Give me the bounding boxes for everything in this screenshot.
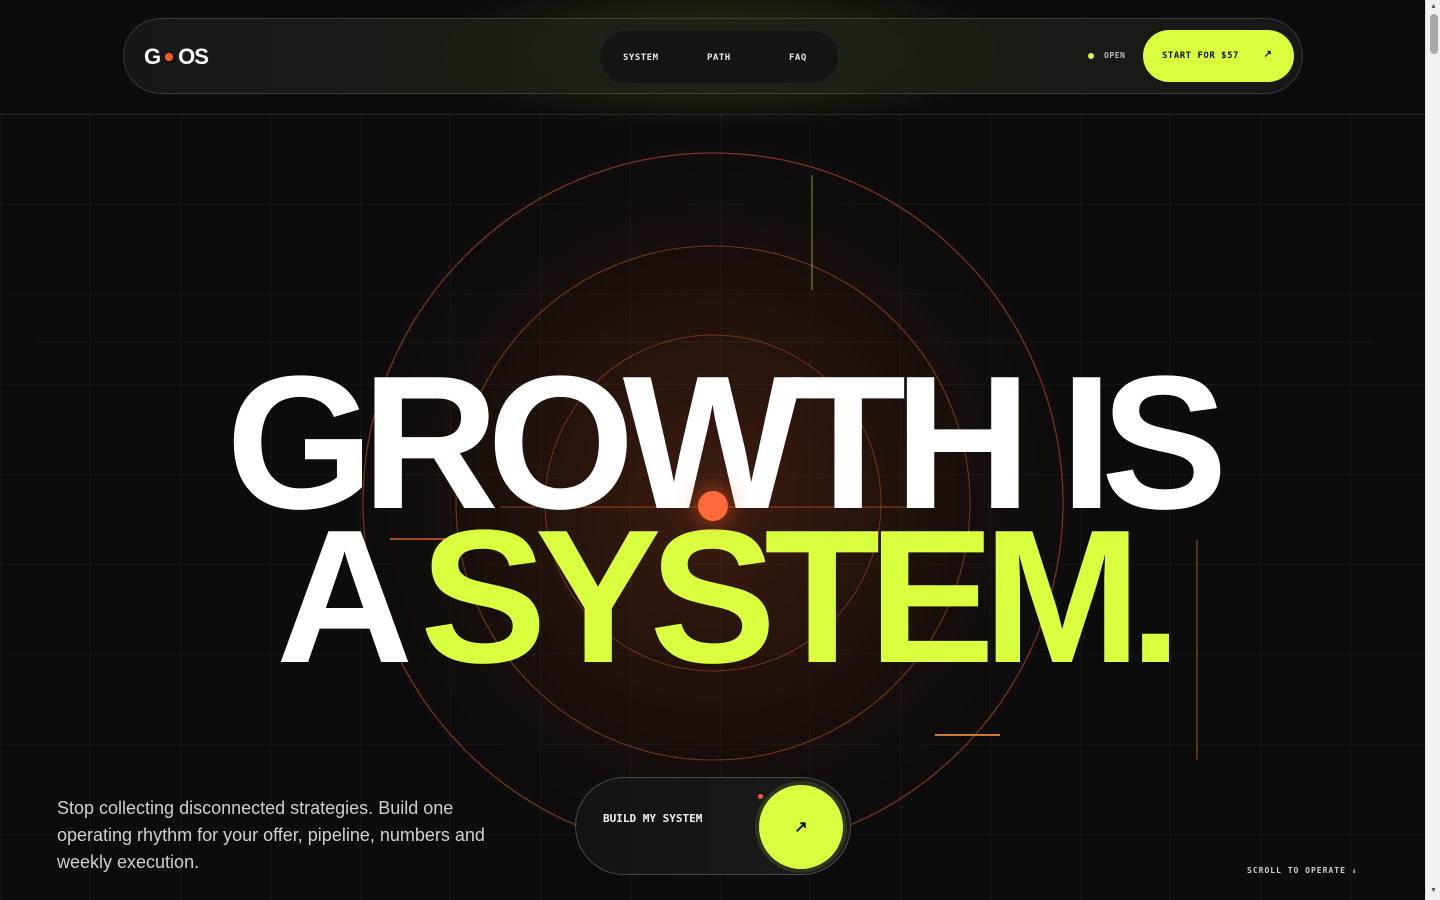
- build-indicator-dot: [758, 794, 763, 799]
- hero-description: Stop collecting disconnected strategies.…: [57, 798, 485, 872]
- nav-link-faq[interactable]: FAQ: [789, 53, 807, 63]
- scroll-down-icon[interactable]: ▼: [1430, 887, 1437, 894]
- logo-dot-icon: [165, 53, 174, 61]
- logo-letters-os: OS: [178, 44, 209, 69]
- scrollbar-thumb[interactable]: [1430, 14, 1438, 54]
- scroll-hint[interactable]: SCROLL TO OPERATE ↓: [1247, 866, 1358, 875]
- arrow-up-right-icon: ↗: [1263, 49, 1272, 60]
- brand-logo[interactable]: G OS: [144, 44, 209, 70]
- build-arrow-button[interactable]: ↗: [759, 785, 843, 869]
- status-indicator: OPEN: [1088, 51, 1125, 60]
- logo-letter-g: G: [144, 44, 161, 69]
- nav-link-path[interactable]: PATH: [707, 53, 731, 63]
- build-button-label: BUILD MY SYSTEM: [603, 812, 703, 825]
- status-label: OPEN: [1104, 51, 1126, 60]
- start-button[interactable]: START FOR $57 ↗: [1143, 30, 1294, 82]
- headline-line-2-prefix: A: [276, 491, 413, 703]
- nav-links-pill: SYSTEM PATH FAQ: [599, 30, 839, 84]
- scroll-up-icon[interactable]: ▲: [1430, 3, 1437, 10]
- page-viewport: G OS SYSTEM PATH FAQ OPEN START FOR $57 …: [0, 0, 1425, 900]
- start-button-label: START FOR $57: [1162, 51, 1239, 61]
- nav-link-system[interactable]: SYSTEM: [623, 53, 659, 63]
- page-scrollbar[interactable]: ▲ ▼: [1425, 0, 1440, 900]
- headline-line-2-accent: SYSTEM.: [420, 491, 1182, 703]
- status-dot-icon: [1088, 52, 1094, 59]
- orbit-center-dot: [698, 491, 728, 521]
- top-nav: G OS SYSTEM PATH FAQ OPEN START FOR $57 …: [123, 18, 1303, 94]
- arrow-up-right-icon: ↗: [794, 819, 808, 836]
- build-system-button[interactable]: BUILD MY SYSTEM ↗: [575, 777, 851, 875]
